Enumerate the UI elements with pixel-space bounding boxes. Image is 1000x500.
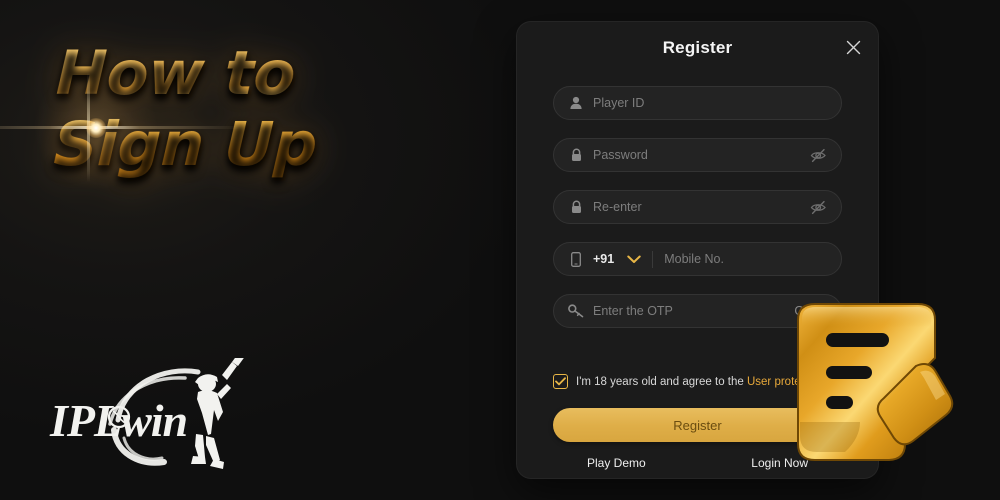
- mobile-icon: [568, 251, 584, 267]
- lock-icon: [568, 199, 584, 215]
- lock-icon: [568, 147, 584, 163]
- user-icon: [568, 95, 584, 111]
- mobile-number-input[interactable]: Mobile No.: [664, 252, 827, 266]
- password-input[interactable]: Password: [593, 148, 810, 162]
- iplwin-logo: IPLwin: [46, 351, 261, 478]
- agreement-text-plain: I'm 18 years old and agree to the: [576, 375, 747, 388]
- close-button[interactable]: [840, 34, 866, 60]
- reenter-password-field[interactable]: Re-enter: [553, 190, 842, 224]
- cricket-ball-icon: [107, 405, 131, 429]
- chevron-down-icon[interactable]: [626, 252, 641, 267]
- password-field[interactable]: Password: [553, 138, 842, 172]
- modal-title: Register: [662, 38, 733, 57]
- player-id-input[interactable]: Player ID: [593, 96, 827, 110]
- player-id-field[interactable]: Player ID: [553, 86, 842, 120]
- play-demo-link[interactable]: Play Demo: [587, 456, 646, 470]
- badge-graphic: [797, 303, 954, 461]
- agreement-checkbox[interactable]: [553, 374, 568, 389]
- agreement-text: I'm 18 years old and agree to the User p…: [576, 376, 801, 388]
- otp-input[interactable]: Enter the OTP: [593, 304, 794, 318]
- mobile-field[interactable]: +91 Mobile No.: [553, 242, 842, 276]
- close-icon: [846, 40, 860, 54]
- key-icon: [568, 303, 584, 319]
- screenshot-root: How to Sign Up How to Sign Up: [0, 0, 1000, 500]
- registration-form-pen-icon: [788, 292, 958, 477]
- page-title: How to Sign Up: [53, 38, 488, 180]
- country-code-label: +91: [593, 252, 615, 266]
- eye-slash-icon[interactable]: [810, 147, 827, 164]
- field-divider: [652, 250, 654, 268]
- reenter-password-input[interactable]: Re-enter: [593, 200, 810, 214]
- eye-slash-icon[interactable]: [810, 199, 827, 216]
- check-icon: [555, 377, 566, 386]
